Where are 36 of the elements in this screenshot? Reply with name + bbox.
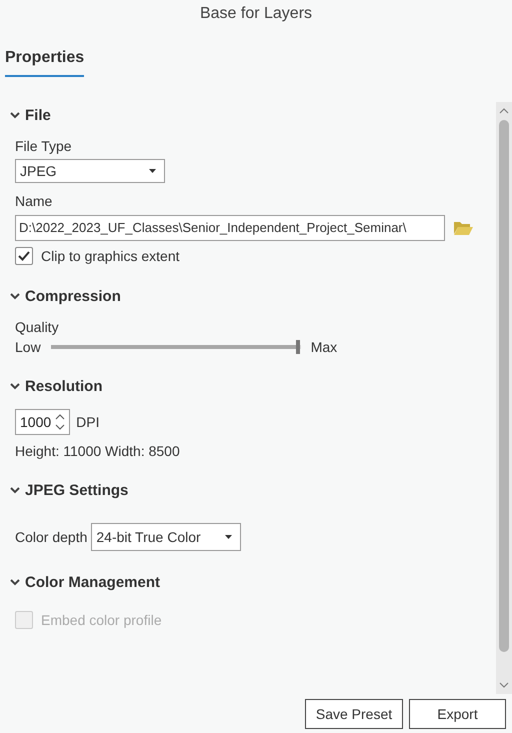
chevron-icon[interactable] — [10, 577, 20, 587]
section-heading: File — [25, 106, 51, 124]
color-depth-dropdown[interactable]: 24-bit True Color — [91, 523, 242, 551]
slider-thumb[interactable] — [296, 340, 300, 354]
file-type-dropdown[interactable]: JPEG — [15, 159, 165, 183]
save-preset-button[interactable]: Save Preset — [305, 699, 403, 729]
export-button[interactable]: Export — [409, 699, 506, 729]
scroll-up-icon[interactable] — [499, 108, 509, 114]
properties-tab[interactable]: Properties — [5, 49, 84, 77]
caret-icon — [149, 169, 156, 173]
slider-max-label: Max — [310, 339, 338, 355]
size-text: Height: 11000 Width: 8500 — [15, 443, 180, 459]
chevron-icon[interactable] — [10, 485, 20, 495]
window-title: Base for Layers — [198, 4, 314, 24]
name-field[interactable]: D:\2022_2023_UF_Classes\Senior_Independent_Project_Seminar\ — [15, 215, 445, 241]
dpi-spinner[interactable]: 1000 — [15, 409, 70, 435]
section-heading: JPEG Settings — [25, 482, 128, 498]
section-heading: Color Management — [25, 574, 160, 590]
checkbox-label: Embed color profile — [41, 612, 162, 628]
field-label: Color depth — [15, 529, 88, 545]
caret-icon — [225, 535, 232, 539]
checkbox[interactable] — [15, 247, 33, 265]
chevron-icon[interactable] — [10, 291, 20, 301]
quality-slider[interactable] — [50, 340, 301, 354]
slider-min-label: Low — [15, 339, 41, 355]
scrollbar[interactable] — [496, 102, 512, 694]
section-heading: Compression — [25, 288, 121, 304]
field-label: Name — [15, 193, 52, 211]
scroll-down-icon[interactable] — [499, 682, 509, 688]
chevron-icon[interactable] — [10, 381, 20, 391]
section-heading: Resolution — [25, 378, 102, 394]
field-label: File Type — [15, 138, 72, 156]
unit-label: DPI — [76, 414, 100, 430]
checkbox-label: Clip to graphics extent — [41, 248, 180, 264]
field-label: Quality — [15, 319, 59, 337]
chevron-icon[interactable] — [10, 110, 20, 120]
